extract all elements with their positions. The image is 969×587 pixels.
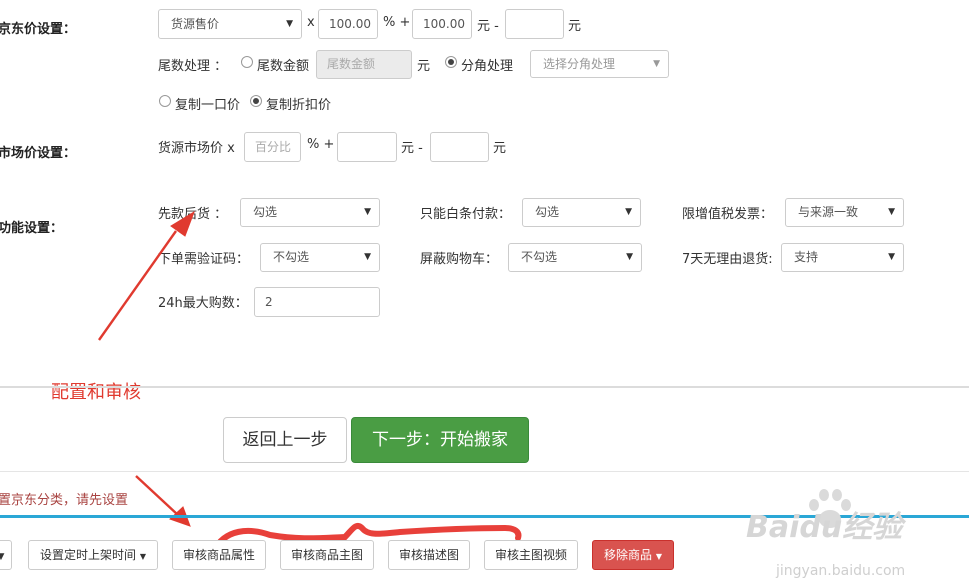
back-button[interactable]: 返回上一步 xyxy=(223,417,347,463)
watermark-url: jingyan.baidu.com xyxy=(776,563,906,579)
watermark-brand: Baidu经验 xyxy=(746,510,903,545)
schedule-listing-label: 设置定时上架时间 xyxy=(40,548,137,562)
arrow-down-icon xyxy=(135,475,191,527)
caret-down-icon: ▼ xyxy=(655,552,662,561)
category-notice: 置京东分类，请先设置 xyxy=(0,493,129,508)
schedule-listing-button[interactable]: 设置定时上架时间 ▼ xyxy=(28,540,158,570)
notice-top-divider xyxy=(0,471,969,472)
review-attributes-button[interactable]: 审核商品属性 xyxy=(172,540,266,570)
arrow-up-icon xyxy=(98,210,195,341)
annotation-text: 配置和审核 xyxy=(51,382,141,403)
dropdown-button[interactable]: ▼ xyxy=(0,540,12,570)
panel-divider xyxy=(0,386,969,388)
caret-down-icon: ▼ xyxy=(139,552,146,561)
review-main-video-button[interactable]: 审核主图视频 xyxy=(484,540,578,570)
caret-down-icon: ▼ xyxy=(0,552,5,562)
review-main-image-button[interactable]: 审核商品主图 xyxy=(280,540,374,570)
review-description-image-button[interactable]: 审核描述图 xyxy=(388,540,470,570)
remove-product-label: 移除商品 xyxy=(604,548,653,562)
next-start-migration-button[interactable]: 下一步：开始搬家 xyxy=(351,417,529,463)
remove-product-button[interactable]: 移除商品 ▼ xyxy=(592,540,674,570)
